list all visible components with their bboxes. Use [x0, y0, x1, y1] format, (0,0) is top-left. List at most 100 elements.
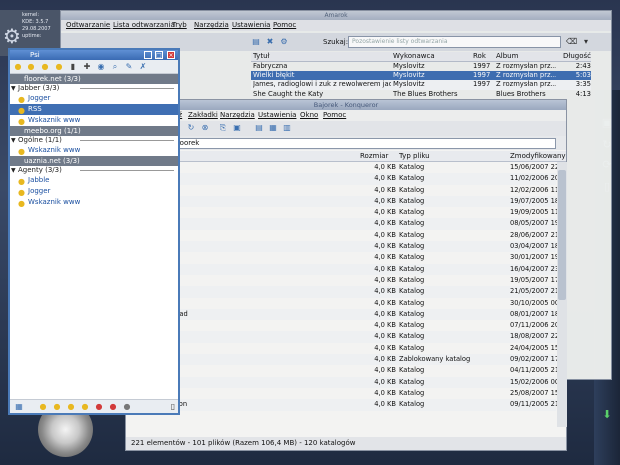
playlist-icon[interactable]: ▤ [251, 37, 261, 47]
file-row[interactable]: 4,0 KBZablokowany katalog 09/02/2007 17:2 [126, 354, 560, 366]
contact-item[interactable]: ● Jogger [10, 93, 178, 104]
file-row[interactable]: 4,0 KBKatalog 19/09/2005 11:0 [126, 207, 560, 218]
menu-settings[interactable]: Ustawienia [232, 21, 270, 29]
menu-help[interactable]: Pomoc [323, 111, 346, 119]
contact-item[interactable]: ● Wskaznik www [10, 197, 178, 208]
contact-item[interactable]: ● Wskaznik www [10, 115, 178, 126]
file-row[interactable]: 4,0 KBKatalog 25/08/2007 15:1 [126, 388, 560, 399]
column-header[interactable]: Album [496, 52, 556, 60]
file-row[interactable]: evolution 4,0 KBKatalog 09/11/2005 21:3 [126, 399, 560, 411]
group-header[interactable]: ▼ Ogólne (1/1) [10, 136, 178, 145]
file-row[interactable]: 4,0 KBKatalog 30/10/2005 00:5 [126, 298, 560, 309]
clear-icon[interactable]: ✖ [265, 37, 275, 47]
clear-search-icon[interactable]: ⌫ [566, 37, 577, 47]
menu-window[interactable]: Okno [300, 111, 318, 119]
tools-icon[interactable]: ✗ [138, 62, 148, 72]
column-header[interactable]: Typ pliku [399, 152, 430, 160]
status-icon[interactable]: ● [54, 62, 64, 72]
view-icon[interactable]: ▤ [254, 123, 264, 133]
menu-mode[interactable]: Tryb [172, 21, 187, 29]
menu-icon[interactable]: ▦ [14, 402, 24, 412]
file-row[interactable]: r 4,0 KBKatalog 19/07/2005 18:1 [126, 195, 560, 208]
location-input[interactable]: eflloorek [166, 138, 556, 149]
playlist-row[interactable]: Wielki błękit Myslovitz 1997 Z rozmysłan… [251, 71, 591, 81]
scrollbar[interactable] [557, 162, 567, 427]
status-icon[interactable]: ● [66, 402, 76, 412]
file-row[interactable]: 4,0 KBKatalog 07/11/2006 20:1 [126, 320, 560, 331]
account-count: (1/1) [63, 127, 81, 135]
file-row[interactable]: 4,0 KBKatalog 03/04/2007 18:2 [126, 241, 560, 253]
system-info: kernel: KDE: 3.5.7 29.08.2007 uptime: [22, 12, 51, 40]
settings-icon[interactable]: ⚙ [279, 37, 289, 47]
account-header[interactable]: meebo.org (1/1) [10, 126, 178, 136]
status-icon[interactable]: ● [80, 402, 90, 412]
offline-icon[interactable]: ● [122, 402, 132, 412]
column-header[interactable]: Rozmiar [360, 152, 388, 160]
view-icon[interactable]: ▦ [268, 123, 278, 133]
status-icon[interactable]: ● [108, 402, 118, 412]
file-row[interactable]: m-upload 4,0 KBKatalog 08/01/2007 18:1 [126, 308, 560, 321]
copy-icon[interactable]: ⎘ [218, 123, 228, 133]
column-header[interactable]: Wykonawca [393, 52, 473, 60]
file-row[interactable]: 4,0 KBKatalog 18/08/2007 22:3 [126, 331, 560, 343]
column-header[interactable]: Rok [473, 52, 495, 60]
contact-item[interactable]: ● Jogger [10, 186, 178, 197]
view-icon[interactable]: ▥ [282, 123, 292, 133]
file-row[interactable]: 4,0 KBKatalog 24/04/2005 15:3 [126, 343, 560, 354]
search-input[interactable]: Pozostawienie listy odtwarzania [348, 36, 561, 48]
file-size: 4,0 KB [374, 174, 396, 183]
column-header[interactable]: Tytuł [253, 52, 391, 60]
file-row[interactable]: 4,0 KBKatalog 04/11/2005 21:4 [126, 365, 560, 376]
file-row[interactable]: 4,0 KBKatalog 30/01/2007 19:1 [126, 252, 560, 263]
playlist-row[interactable]: Fabryczna Myslovitz 1997 Z rozmysłan prz… [251, 62, 591, 71]
contact-item[interactable]: ● Jabble [10, 175, 178, 186]
lock-icon[interactable]: ▮ [68, 62, 78, 72]
arrow-down-icon[interactable]: ⬇ [599, 408, 615, 422]
menu-settings[interactable]: Ustawienia [258, 111, 296, 119]
scrollbar-thumb[interactable] [558, 170, 566, 300]
status-icon[interactable]: ● [26, 62, 36, 72]
column-header[interactable]: Zmodyfikowany [510, 152, 566, 160]
file-row[interactable]: 4,0 KBKatalog 16/04/2007 23:2 [126, 263, 560, 275]
close-icon[interactable]: ▯ [168, 402, 178, 412]
options-icon[interactable]: ✎ [124, 62, 134, 72]
menu-bookmarks[interactable]: Zakładki [188, 111, 218, 119]
search-icon[interactable]: ⌕ [110, 62, 120, 72]
file-row[interactable]: 4,0 KBKatalog 11/02/2006 20:0 [126, 173, 560, 185]
online-status-icon[interactable]: ● [38, 402, 48, 412]
filter-icon[interactable]: ▾ [581, 37, 591, 47]
stop-icon[interactable]: ⊗ [200, 123, 210, 133]
file-row[interactable]: vers 4,0 KBKatalog 12/02/2006 11:5 [126, 185, 560, 196]
close-button[interactable]: × [167, 51, 175, 59]
status-icon[interactable]: ● [40, 62, 50, 72]
file-row[interactable]: 4,0 KBKatalog 19/05/2007 17:2 [126, 275, 560, 286]
account-header[interactable]: uaznia.net (3/3) [10, 156, 178, 166]
minimize-button[interactable]: _ [144, 51, 152, 59]
file-row[interactable]: 4,0 KBKatalog 21/05/2007 21:1 [126, 286, 560, 298]
add-contact-icon[interactable]: ✚ [82, 62, 92, 72]
status-icon[interactable]: ● [52, 402, 62, 412]
playlist-row[interactable]: She Caught the Katy The Blues Brothers B… [251, 90, 591, 99]
contact-item[interactable]: ● Wskaznik www [10, 145, 178, 156]
file-row[interactable]: 4,0 KBKatalog 15/02/2006 00:1 [126, 376, 560, 388]
users-icon[interactable]: ◉ [96, 62, 106, 72]
menu-playback[interactable]: Odtwarzanie [66, 21, 110, 29]
status-icon[interactable]: ● [13, 62, 23, 72]
account-header[interactable]: floorek.net (3/3) [10, 74, 178, 84]
file-row[interactable]: 4,0 KBKatalog 15/06/2007 22:5 [126, 162, 560, 173]
file-row[interactable]: 4,0 KBKatalog 28/06/2007 21:4 [126, 230, 560, 241]
menu-tools[interactable]: Narzędzia [220, 111, 255, 119]
group-header[interactable]: ▼ Jabber (3/3) [10, 84, 178, 93]
playlist-row[interactable]: James, radioglowi i zuk z rewolwerem jad… [251, 80, 591, 90]
menu-tools[interactable]: Narzędzia [194, 21, 229, 29]
maximize-button[interactable]: □ [155, 51, 163, 59]
dnd-icon[interactable]: ● [94, 402, 104, 412]
menu-help[interactable]: Pomoc [273, 21, 296, 29]
column-header[interactable]: Długość [561, 52, 591, 60]
reload-icon[interactable]: ↻ [186, 123, 196, 133]
paste-icon[interactable]: ▣ [232, 123, 242, 133]
contact-item[interactable]: ● RSS [10, 104, 178, 115]
group-header[interactable]: ▼ Agenty (3/3) [10, 166, 178, 175]
file-row[interactable]: data 4,0 KBKatalog 08/05/2007 19:5 [126, 218, 560, 230]
menu-playlist[interactable]: Lista odtwarzania [113, 21, 175, 29]
